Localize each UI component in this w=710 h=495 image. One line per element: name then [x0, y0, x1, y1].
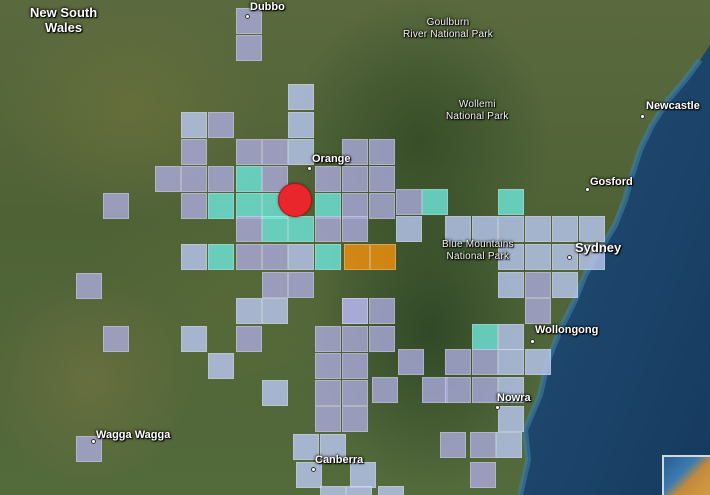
town-dot-orange: [307, 166, 312, 171]
town-label-gosford[interactable]: Gosford: [590, 176, 633, 188]
town-dot-sydney: [567, 255, 572, 260]
state-label-line2: Wales: [45, 20, 83, 35]
town-dot-nowra: [495, 405, 500, 410]
overview-map-thumbnail[interactable]: [662, 455, 710, 495]
town-label-orange[interactable]: Orange: [312, 153, 351, 165]
town-label-wagga-wagga[interactable]: Wagga Wagga: [96, 429, 170, 441]
park-label-line1: Blue Mountains: [442, 239, 514, 250]
park-label-blue-mountains: Blue Mountains National Park: [442, 239, 514, 263]
park-label-wollemi: Wollemi National Park: [446, 99, 509, 123]
town-label-dubbo[interactable]: Dubbo: [250, 1, 285, 13]
town-label-canberra[interactable]: Canberra: [315, 454, 363, 466]
town-dot-canberra: [311, 467, 316, 472]
map-labels: New South Wales Goulburn River National …: [0, 0, 710, 495]
park-label-line2: National Park: [446, 111, 509, 122]
town-dot-newcastle: [640, 114, 645, 119]
state-label: New South Wales: [30, 5, 97, 35]
town-label-sydney[interactable]: Sydney: [575, 240, 621, 255]
town-dot-dubbo: [245, 14, 250, 19]
map-view[interactable]: New South Wales Goulburn River National …: [0, 0, 710, 495]
park-label-line2: River National Park: [403, 29, 493, 40]
state-label-line1: New South: [30, 5, 98, 20]
park-label-goulburn: Goulburn River National Park: [403, 17, 493, 41]
town-dot-wollongong: [530, 339, 535, 344]
town-label-nowra[interactable]: Nowra: [497, 392, 531, 404]
town-label-wollongong[interactable]: Wollongong: [535, 324, 598, 336]
park-label-line1: Goulburn: [426, 17, 470, 28]
park-label-line1: Wollemi: [458, 99, 496, 110]
park-label-line2: National Park: [446, 251, 510, 262]
town-label-newcastle[interactable]: Newcastle: [646, 100, 700, 112]
